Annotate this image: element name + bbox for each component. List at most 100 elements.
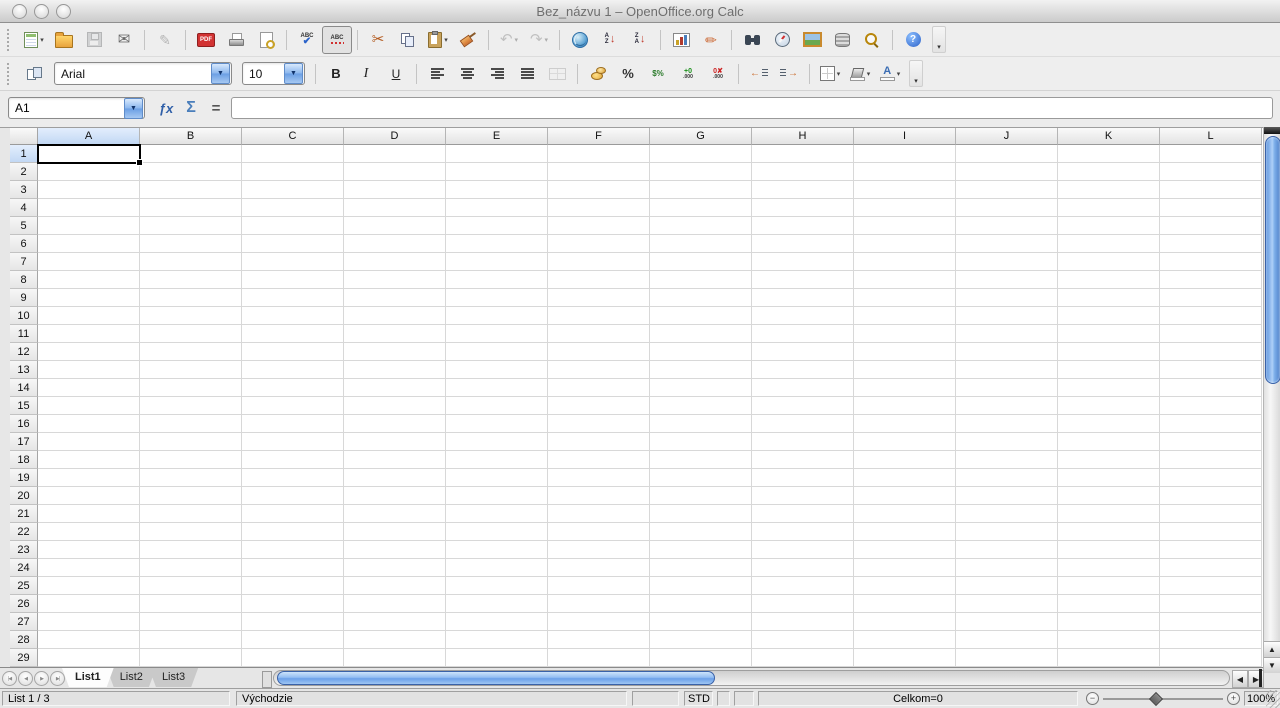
cell-I21[interactable] bbox=[854, 505, 956, 523]
cell-L18[interactable] bbox=[1160, 451, 1262, 469]
cell-E29[interactable] bbox=[446, 649, 548, 667]
sort-descending-button[interactable]: ↓ bbox=[625, 26, 655, 54]
cell-I8[interactable] bbox=[854, 271, 956, 289]
cell-E18[interactable] bbox=[446, 451, 548, 469]
function-button[interactable]: = bbox=[205, 96, 227, 120]
cell-A16[interactable] bbox=[38, 415, 140, 433]
cell-C15[interactable] bbox=[242, 397, 344, 415]
cell-G20[interactable] bbox=[650, 487, 752, 505]
cell-E17[interactable] bbox=[446, 433, 548, 451]
cell-K23[interactable] bbox=[1058, 541, 1160, 559]
cell-G26[interactable] bbox=[650, 595, 752, 613]
row-header-13[interactable]: 13 bbox=[10, 361, 38, 379]
cell-C9[interactable] bbox=[242, 289, 344, 307]
cell-B8[interactable] bbox=[140, 271, 242, 289]
cell-I3[interactable] bbox=[854, 181, 956, 199]
cell-A24[interactable] bbox=[38, 559, 140, 577]
cell-C27[interactable] bbox=[242, 613, 344, 631]
cell-J17[interactable] bbox=[956, 433, 1058, 451]
cell-F20[interactable] bbox=[548, 487, 650, 505]
decrease-indent-button[interactable]: ← bbox=[744, 60, 774, 88]
sheet-tab-list2[interactable]: List2 bbox=[107, 668, 156, 687]
cell-E27[interactable] bbox=[446, 613, 548, 631]
cell-J6[interactable] bbox=[956, 235, 1058, 253]
cell-G12[interactable] bbox=[650, 343, 752, 361]
cell-J18[interactable] bbox=[956, 451, 1058, 469]
cell-C2[interactable] bbox=[242, 163, 344, 181]
cell-G13[interactable] bbox=[650, 361, 752, 379]
cell-I20[interactable] bbox=[854, 487, 956, 505]
cell-E10[interactable] bbox=[446, 307, 548, 325]
cell-L29[interactable] bbox=[1160, 649, 1262, 667]
cell-H16[interactable] bbox=[752, 415, 854, 433]
copy-button[interactable] bbox=[393, 26, 423, 54]
cell-L3[interactable] bbox=[1160, 181, 1262, 199]
cell-G14[interactable] bbox=[650, 379, 752, 397]
italic-button[interactable]: I bbox=[351, 60, 381, 88]
row-header-22[interactable]: 22 bbox=[10, 523, 38, 541]
cell-B22[interactable] bbox=[140, 523, 242, 541]
cell-F16[interactable] bbox=[548, 415, 650, 433]
cell-J24[interactable] bbox=[956, 559, 1058, 577]
cell-L20[interactable] bbox=[1160, 487, 1262, 505]
cell-D4[interactable] bbox=[344, 199, 446, 217]
cell-G22[interactable] bbox=[650, 523, 752, 541]
cell-K17[interactable] bbox=[1058, 433, 1160, 451]
cell-J3[interactable] bbox=[956, 181, 1058, 199]
row-header-26[interactable]: 26 bbox=[10, 595, 38, 613]
column-header-C[interactable]: C bbox=[242, 128, 344, 145]
cell-G25[interactable] bbox=[650, 577, 752, 595]
cell-A3[interactable] bbox=[38, 181, 140, 199]
cell-D2[interactable] bbox=[344, 163, 446, 181]
cell-C5[interactable] bbox=[242, 217, 344, 235]
row-header-14[interactable]: 14 bbox=[10, 379, 38, 397]
cell-D18[interactable] bbox=[344, 451, 446, 469]
cell-I7[interactable] bbox=[854, 253, 956, 271]
cell-H26[interactable] bbox=[752, 595, 854, 613]
cell-C26[interactable] bbox=[242, 595, 344, 613]
cell-L13[interactable] bbox=[1160, 361, 1262, 379]
cell-A22[interactable] bbox=[38, 523, 140, 541]
cell-L2[interactable] bbox=[1160, 163, 1262, 181]
cell-H10[interactable] bbox=[752, 307, 854, 325]
sheet-first-button[interactable]: |◀ bbox=[2, 671, 17, 686]
cell-J27[interactable] bbox=[956, 613, 1058, 631]
cell-J25[interactable] bbox=[956, 577, 1058, 595]
cell-B16[interactable] bbox=[140, 415, 242, 433]
cell-H28[interactable] bbox=[752, 631, 854, 649]
cell-K29[interactable] bbox=[1058, 649, 1160, 667]
cell-H18[interactable] bbox=[752, 451, 854, 469]
cell-L9[interactable] bbox=[1160, 289, 1262, 307]
row-header-3[interactable]: 3 bbox=[10, 181, 38, 199]
row-header-11[interactable]: 11 bbox=[10, 325, 38, 343]
cell-G8[interactable] bbox=[650, 271, 752, 289]
cell-G4[interactable] bbox=[650, 199, 752, 217]
cell-D13[interactable] bbox=[344, 361, 446, 379]
row-header-5[interactable]: 5 bbox=[10, 217, 38, 235]
cell-L14[interactable] bbox=[1160, 379, 1262, 397]
cell-H11[interactable] bbox=[752, 325, 854, 343]
cell-G7[interactable] bbox=[650, 253, 752, 271]
cell-K28[interactable] bbox=[1058, 631, 1160, 649]
cell-H23[interactable] bbox=[752, 541, 854, 559]
sheet-tab-list1[interactable]: List1 bbox=[62, 668, 114, 687]
sheet-next-button[interactable]: ▶ bbox=[34, 671, 49, 686]
cell-A18[interactable] bbox=[38, 451, 140, 469]
cell-A4[interactable] bbox=[38, 199, 140, 217]
cell-I14[interactable] bbox=[854, 379, 956, 397]
auto-spellcheck-button[interactable]: ABC bbox=[322, 25, 352, 54]
cell-C29[interactable] bbox=[242, 649, 344, 667]
cell-I5[interactable] bbox=[854, 217, 956, 235]
cell-K13[interactable] bbox=[1058, 361, 1160, 379]
cell-E25[interactable] bbox=[446, 577, 548, 595]
cell-K10[interactable] bbox=[1058, 307, 1160, 325]
draw-functions-button[interactable]: ✏ bbox=[696, 26, 726, 54]
cell-J22[interactable] bbox=[956, 523, 1058, 541]
row-header-9[interactable]: 9 bbox=[10, 289, 38, 307]
cell-D29[interactable] bbox=[344, 649, 446, 667]
column-header-K[interactable]: K bbox=[1058, 128, 1160, 145]
cell-H15[interactable] bbox=[752, 397, 854, 415]
cell-H20[interactable] bbox=[752, 487, 854, 505]
cell-I13[interactable] bbox=[854, 361, 956, 379]
sort-ascending-button[interactable]: ↓ bbox=[595, 26, 625, 54]
